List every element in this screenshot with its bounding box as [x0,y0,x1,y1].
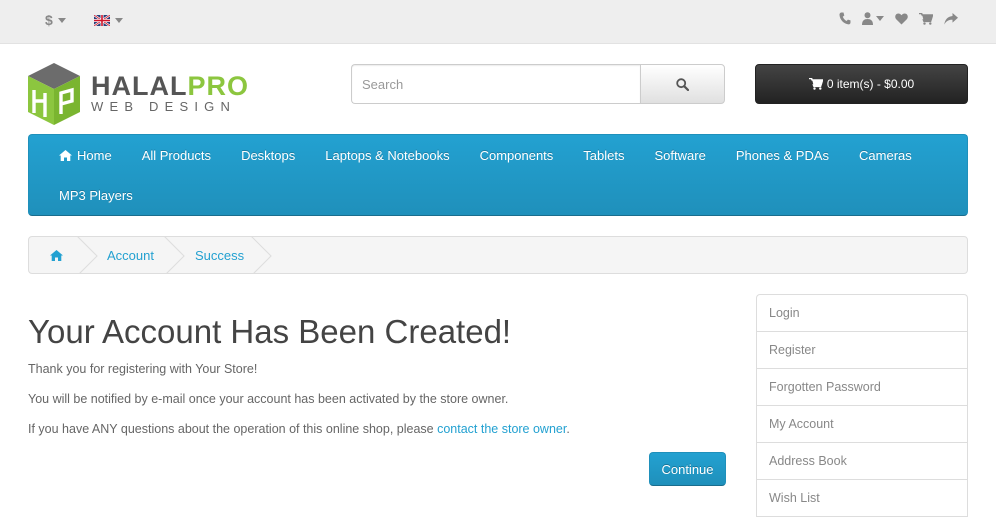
contact-text: If you have ANY questions about the oper… [28,422,570,436]
breadcrumb-separator [77,237,98,273]
phone-icon[interactable] [839,12,851,25]
heart-icon[interactable] [895,12,908,25]
currency-selector[interactable]: $ [45,12,66,28]
chevron-down-icon [115,18,123,23]
menu-item-cameras[interactable]: Cameras [844,135,927,175]
home-icon [59,149,72,161]
sidebar-item-register[interactable]: Register [757,332,967,369]
sidebar-item-address-book[interactable]: Address Book [757,443,967,480]
menu-item-home[interactable]: Home [44,135,127,175]
logo-mark-icon [28,63,80,125]
thank-you-text: Thank you for registering with Your Stor… [28,362,258,376]
continue-button[interactable]: Continue [649,452,726,486]
search-icon [676,77,689,91]
sidebar-item-wish-list[interactable]: Wish List [757,480,967,517]
menu-item-components[interactable]: Components [465,135,569,175]
breadcrumb-separator [164,237,185,273]
breadcrumb-separator [251,237,272,273]
account-dropdown[interactable] [862,12,884,25]
menu-item-laptops[interactable]: Laptops & Notebooks [310,135,464,175]
cart-total: 0 item(s) - $0.00 [826,77,915,91]
share-icon[interactable] [944,12,958,25]
breadcrumb-home[interactable] [50,249,63,264]
menu-item-phones[interactable]: Phones & PDAs [721,135,844,175]
sidebar-item-my-account[interactable]: My Account [757,406,967,443]
menu-item-desktops[interactable]: Desktops [226,135,310,175]
uk-flag-icon [94,15,110,26]
menu-item-tablets[interactable]: Tablets [568,135,639,175]
activation-notice-text: You will be notified by e-mail once your… [28,392,509,406]
search-bar [351,64,725,104]
currency-symbol: $ [45,12,53,28]
menu-item-all-products[interactable]: All Products [127,135,226,175]
home-icon [50,250,63,261]
menu-item-software[interactable]: Software [640,135,721,175]
contact-store-owner-link[interactable]: contact the store owner [437,422,566,436]
cart-button[interactable]: 0 item(s) - $0.00 [755,64,968,104]
breadcrumb-account[interactable]: Account [107,248,154,263]
chevron-down-icon [57,17,66,23]
logo-text: HALALPRO WEB DESIGN [91,72,249,114]
menu-item-mp3-players[interactable]: MP3 Players [44,175,148,215]
top-bar: $ [0,0,996,44]
user-icon [862,12,873,25]
language-selector[interactable] [94,15,123,26]
sidebar-item-forgotten-password[interactable]: Forgotten Password [757,369,967,406]
cart-icon[interactable] [919,12,933,25]
site-logo[interactable]: HALALPRO WEB DESIGN [28,63,248,125]
page-title: Your Account Has Been Created! [28,313,512,350]
logo-title: HALALPRO [91,71,249,101]
search-input[interactable] [351,64,640,104]
account-sidebar: Login Register Forgotten Password My Acc… [756,294,968,517]
search-button[interactable] [640,64,725,104]
breadcrumb: Account Success [28,236,968,274]
breadcrumb-success[interactable]: Success [195,248,244,263]
chevron-down-icon [876,16,884,21]
cart-icon [808,78,823,90]
sidebar-item-login[interactable]: Login [757,295,967,332]
top-links [839,12,958,25]
logo-subtitle: WEB DESIGN [91,99,237,114]
main-menu: Home All Products Desktops Laptops & Not… [28,134,968,216]
